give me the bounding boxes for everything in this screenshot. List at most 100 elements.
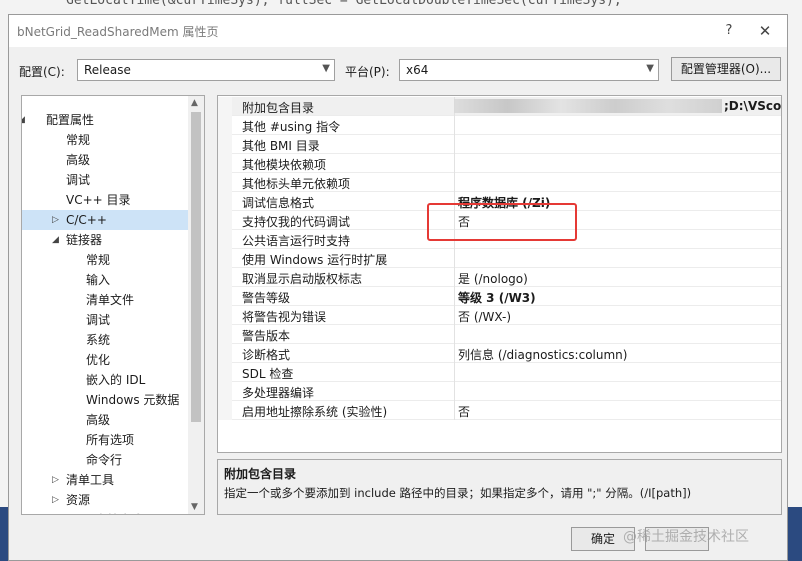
- tree-item[interactable]: 清单文件: [22, 290, 188, 310]
- property-row[interactable]: 取消显示启动版权标志 是 (/nologo): [218, 268, 781, 287]
- tree-item-label: XML 文档生成器: [66, 510, 155, 514]
- row-gutter: [218, 116, 232, 135]
- column-divider: [454, 287, 455, 306]
- tree-item-label: 嵌入的 IDL: [86, 373, 146, 387]
- tree-item[interactable]: ▷ 清单工具: [22, 470, 188, 490]
- tree-item[interactable]: 系统: [22, 330, 188, 350]
- tree-item-label: 常规: [66, 133, 91, 147]
- tree-item[interactable]: 调试: [22, 310, 188, 330]
- property-pages-dialog: bNetGrid_ReadSharedMem 属性页 ? ✕ 配置(C): Re…: [8, 14, 788, 561]
- tree-item-label: VC++ 目录: [66, 193, 131, 207]
- tree-item[interactable]: 高级: [22, 150, 188, 170]
- collapsed-arrow-icon[interactable]: ▷: [52, 470, 59, 490]
- property-row[interactable]: 诊断格式 列信息 (/diagnostics:column): [218, 344, 781, 363]
- column-divider: [454, 325, 455, 344]
- scroll-up-icon[interactable]: ▲: [191, 98, 198, 108]
- tree-item[interactable]: 调试: [22, 170, 188, 190]
- tree-item[interactable]: 常规: [22, 250, 188, 270]
- property-name: 公共语言运行时支持: [242, 234, 351, 248]
- expanded-arrow-icon[interactable]: ◢: [22, 110, 25, 130]
- row-gutter: [218, 401, 232, 420]
- row-gutter: [218, 230, 232, 249]
- platform-select[interactable]: x64 ▼: [399, 59, 659, 81]
- column-divider: [454, 173, 455, 192]
- close-button[interactable]: ✕: [755, 21, 775, 41]
- tree-item[interactable]: 高级: [22, 410, 188, 430]
- include-dirs-value: ;D:\VSco: [724, 99, 782, 113]
- help-button[interactable]: ?: [719, 21, 739, 41]
- tree-item-label: 优化: [86, 353, 111, 367]
- property-row[interactable]: 使用 Windows 运行时扩展: [218, 249, 781, 268]
- property-row[interactable]: 启用地址擦除系统 (实验性) 否: [218, 401, 781, 420]
- titlebar: bNetGrid_ReadSharedMem 属性页 ? ✕: [9, 15, 787, 47]
- tree-item[interactable]: 嵌入的 IDL: [22, 370, 188, 390]
- chevron-down-icon: ▼: [646, 63, 654, 74]
- tree-item[interactable]: 常规: [22, 130, 188, 150]
- property-name: 诊断格式: [242, 348, 291, 362]
- description-title: 附加包含目录: [224, 467, 297, 481]
- column-divider: [454, 382, 455, 401]
- property-row[interactable]: 其他模块依赖项: [218, 154, 781, 173]
- tree-item[interactable]: 命令行: [22, 450, 188, 470]
- collapsed-arrow-icon[interactable]: ▷: [52, 210, 59, 230]
- column-divider: [454, 363, 455, 382]
- window-title: bNetGrid_ReadSharedMem 属性页: [17, 25, 219, 39]
- property-name: 警告等级: [242, 291, 291, 305]
- property-row[interactable]: 警告等级 等级 3 (/W3): [218, 287, 781, 306]
- tree-item[interactable]: ◢ 链接器: [22, 230, 188, 250]
- row-gutter: [218, 135, 232, 154]
- description-pane: 附加包含目录 指定一个或多个要添加到 include 路径中的目录；如果指定多个…: [217, 459, 782, 515]
- row-gutter: [218, 287, 232, 306]
- tree-item-label: C/C++: [66, 213, 107, 227]
- configuration-manager-button[interactable]: 配置管理器(O)...: [671, 57, 781, 81]
- collapsed-arrow-icon[interactable]: ▷: [52, 490, 59, 510]
- tree-item[interactable]: ▷ 资源: [22, 490, 188, 510]
- property-value: 否: [458, 405, 471, 419]
- tree-item-label: 调试: [86, 313, 111, 327]
- tree-item-label: 链接器: [66, 233, 103, 247]
- property-name: 其他 #using 指令: [242, 120, 341, 134]
- row-gutter: [218, 97, 232, 116]
- property-row[interactable]: 附加包含目录 ;D:\VSco: [218, 97, 781, 116]
- property-row[interactable]: 将警告视为错误 否 (/WX-): [218, 306, 781, 325]
- property-name: 使用 Windows 运行时扩展: [242, 253, 388, 267]
- tree-item[interactable]: Windows 元数据: [22, 390, 188, 410]
- property-row[interactable]: 其他 BMI 目录: [218, 135, 781, 154]
- configuration-select[interactable]: Release ▼: [77, 59, 335, 81]
- tree-item-label: 所有选项: [86, 433, 135, 447]
- column-divider: [454, 116, 455, 135]
- column-divider: [454, 401, 455, 420]
- property-row[interactable]: 其他标头单元依赖项: [218, 173, 781, 192]
- tree-item[interactable]: 优化: [22, 350, 188, 370]
- tree-item-label: 调试: [66, 173, 91, 187]
- property-value: 等级 3 (/W3): [458, 291, 536, 305]
- collapsed-arrow-icon[interactable]: ▷: [52, 510, 59, 514]
- category-tree: ◢配置属性常规高级调试VC++ 目录▷C/C++◢链接器常规输入清单文件调试系统…: [21, 95, 205, 515]
- platform-label: 平台(P):: [345, 65, 390, 79]
- tree-scrollbar[interactable]: ▲ ▼: [188, 96, 204, 514]
- property-value: 否 (/WX-): [458, 310, 512, 324]
- property-row[interactable]: 其他 #using 指令: [218, 116, 781, 135]
- tree-item[interactable]: 所有选项: [22, 430, 188, 450]
- property-row[interactable]: 多处理器编译: [218, 382, 781, 401]
- expanded-arrow-icon[interactable]: ◢: [52, 230, 59, 250]
- row-gutter: [218, 268, 232, 287]
- row-gutter: [218, 173, 232, 192]
- tree-item[interactable]: ▷ XML 文档生成器: [22, 510, 188, 514]
- scroll-down-icon[interactable]: ▼: [191, 502, 198, 512]
- property-row[interactable]: 警告版本: [218, 325, 781, 344]
- property-grid: 附加包含目录 ;D:\VSco 其他 #using 指令 其他 BMI 目录 其他模块依…: [217, 95, 782, 453]
- scroll-thumb[interactable]: [191, 112, 201, 422]
- background-code-line: GetLocalTime(&curTimeSys); fullSec = Get…: [66, 0, 622, 8]
- tree-item-label: 资源: [66, 493, 91, 507]
- row-gutter: [218, 382, 232, 401]
- property-name: 调试信息格式: [242, 196, 315, 210]
- tree-item[interactable]: 输入: [22, 270, 188, 290]
- tree-item[interactable]: ▷ C/C++: [22, 210, 188, 230]
- tree-item[interactable]: VC++ 目录: [22, 190, 188, 210]
- background-code-editor: GetLocalTime(&curTimeSys); fullSec = Get…: [0, 0, 802, 14]
- tree-item[interactable]: ◢ 配置属性: [22, 110, 188, 130]
- column-divider: [454, 306, 455, 325]
- configuration-label: 配置(C):: [19, 65, 65, 79]
- property-row[interactable]: SDL 检查: [218, 363, 781, 382]
